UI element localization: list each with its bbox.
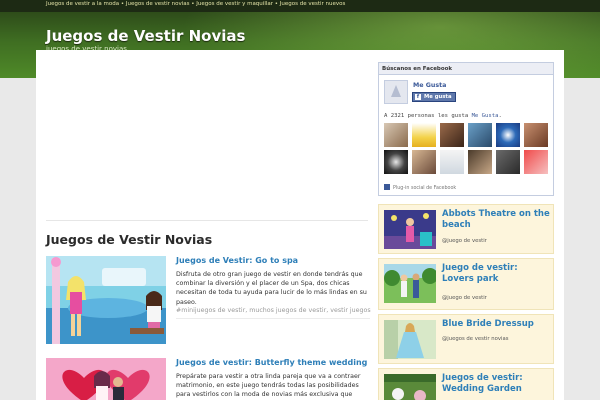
top-nav-link-nuevos[interactable]: Juegos de vestir nuevos (280, 1, 346, 7)
fan-avatar[interactable] (412, 150, 436, 174)
post-title-link[interactable]: Juegos de Vestir: Go to spa (176, 256, 298, 265)
fan-avatar[interactable] (468, 123, 492, 147)
fan-avatar[interactable] (496, 150, 520, 174)
fan-avatar[interactable] (496, 123, 520, 147)
fan-avatar[interactable] (384, 150, 408, 174)
fan-count-suffix: . (498, 113, 502, 119)
fan-avatar[interactable] (524, 123, 548, 147)
facebook-plugin-footer[interactable]: Plug-in social de Facebook (384, 184, 456, 191)
post-title-link[interactable]: Juegos de vestir: Butterfly theme weddin… (176, 358, 367, 367)
facebook-box-header: Búscanos en Facebook (379, 63, 553, 75)
facebook-like-button[interactable]: f Me gusta (412, 92, 456, 102)
sidebar-post-author: @juego de vestir (442, 238, 487, 244)
fan-avatar[interactable] (384, 123, 408, 147)
top-navigation-bar: Juegos de vestir a la moda • Juegos de v… (0, 0, 600, 12)
fan-avatar[interactable] (440, 123, 464, 147)
facebook-plugin-label: Plug-in social de Facebook (393, 186, 457, 191)
fan-count-text: A 2321 personas les gusta (384, 113, 472, 119)
fan-avatar[interactable] (412, 123, 436, 147)
top-nav-link-novias[interactable]: Juegos de vestir novias (126, 1, 190, 7)
sidebar-post-item[interactable]: Juegos de vestir: Wedding Garden (378, 368, 554, 400)
sidebar-post-item[interactable]: Abbots Theatre on the beach @juego de ve… (378, 204, 554, 254)
facebook-fan-count: A 2321 personas les gusta Me Gusta. (384, 113, 502, 119)
post-excerpt: Prepárate para vestir a otra linda parej… (176, 373, 361, 399)
top-nav-separator: • (273, 1, 280, 7)
facebook-like-label: Me gusta (424, 94, 452, 100)
section-title: Juegos de Vestir Novias (46, 232, 213, 247)
post-thumbnail[interactable] (46, 358, 166, 400)
sidebar-post-item[interactable]: Blue Bride Dressup @juegos de vestir nov… (378, 314, 554, 364)
fan-avatar[interactable] (524, 150, 548, 174)
sidebar-post-title[interactable]: Blue Bride Dressup (442, 319, 552, 330)
facebook-icon: f (415, 94, 421, 100)
facebook-like-box: Búscanos en Facebook Me Gusta f Me gusta… (378, 62, 554, 196)
post-excerpt: Disfruta de otro gran juego de vestir en… (176, 271, 367, 306)
post-thumbnail[interactable] (46, 256, 166, 344)
post-divider (176, 318, 370, 319)
ad-slot (46, 58, 368, 218)
sidebar-post-thumbnail[interactable] (384, 320, 436, 359)
sidebar-post-thumbnail[interactable] (384, 374, 436, 400)
sidebar-post-thumbnail[interactable] (384, 210, 436, 249)
post-tags[interactable]: #minijuegos de vestir, muchos juegos de … (176, 307, 371, 314)
fan-avatar[interactable] (468, 150, 492, 174)
post-item: Juegos de vestir: Butterfly theme weddin… (46, 358, 370, 400)
sidebar-post-title[interactable]: Juegos de vestir: Wedding Garden (442, 373, 552, 394)
page-container: Juegos de Vestir Novias Juegos de Vestir… (36, 50, 564, 400)
content-divider (46, 220, 368, 221)
sidebar-post-author: @juego de vestir (442, 295, 487, 301)
sidebar-post-author: @juegos de vestir novias (442, 336, 509, 342)
sidebar-post-thumbnail[interactable] (384, 264, 436, 303)
facebook-page-avatar[interactable] (384, 80, 408, 104)
sidebar-post-item[interactable]: Juego de vestir: Lovers park @juego de v… (378, 258, 554, 310)
fan-count-link[interactable]: Me Gusta (472, 113, 499, 119)
fan-avatar[interactable] (440, 150, 464, 174)
facebook-page-name[interactable]: Me Gusta (413, 82, 446, 89)
post-item: Juegos de Vestir: Go to spa Disfruta de … (46, 256, 371, 346)
sidebar-post-title[interactable]: Juego de vestir: Lovers park (442, 263, 552, 284)
top-nav-link-moda[interactable]: Juegos de vestir a la moda (46, 1, 119, 7)
facebook-fan-grid (384, 123, 550, 174)
sidebar-post-title[interactable]: Abbots Theatre on the beach (442, 209, 552, 230)
top-nav-links: Juegos de vestir a la moda • Juegos de v… (46, 1, 345, 7)
facebook-icon (384, 184, 390, 190)
top-nav-link-maquillar[interactable]: Juegos de vestir y maquillar (196, 1, 273, 7)
top-nav-separator: • (119, 1, 126, 7)
site-title[interactable]: Juegos de Vestir Novias (46, 27, 245, 45)
